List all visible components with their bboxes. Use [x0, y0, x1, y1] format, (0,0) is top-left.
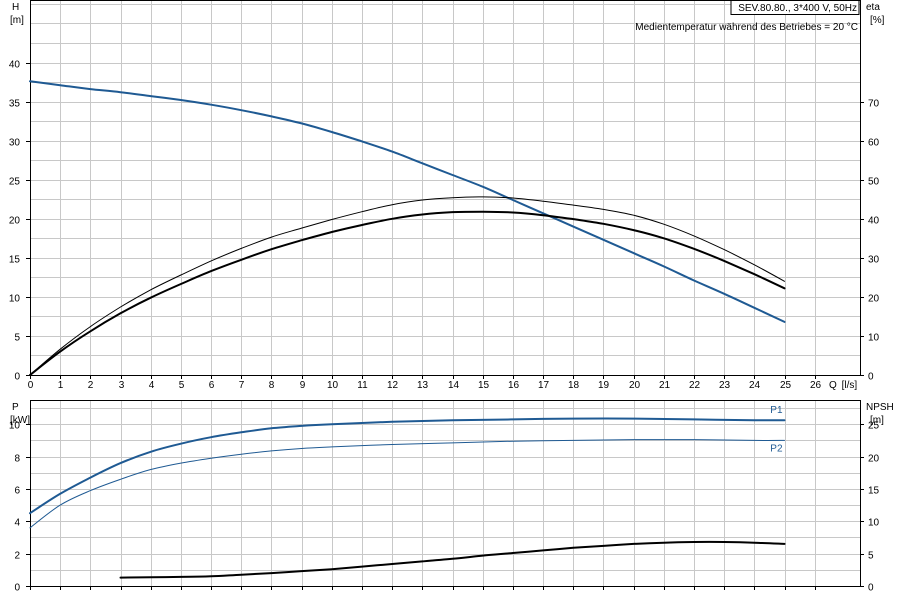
bottom-left-tick-label-6: 6 — [14, 486, 20, 497]
top-right-tick-label-40: 40 — [868, 216, 880, 227]
top-x-tick-label-21: 21 — [659, 380, 671, 391]
top-x-tick-label-18: 18 — [568, 380, 580, 391]
bottom-right-tick-label-20: 20 — [868, 454, 880, 465]
bottom-series-label-p2: P2 — [770, 443, 783, 454]
top-x-tick-label-1: 1 — [58, 380, 64, 391]
bottom-right-axis-unit: [m] — [870, 415, 884, 426]
top-left-tick-label-30: 30 — [9, 138, 21, 149]
top-x-tick-label-14: 14 — [448, 380, 460, 391]
top-x-tick-label-22: 22 — [689, 380, 701, 391]
top-x-tick-label-26: 26 — [810, 380, 822, 391]
top-left-tick-label-20: 20 — [9, 216, 21, 227]
top-right-axis-unit: [%] — [870, 15, 885, 26]
top-x-tick-label-3: 3 — [119, 380, 125, 391]
top-left-axis-unit: [m] — [10, 15, 24, 26]
top-right-tick-label-30: 30 — [868, 255, 880, 266]
bottom-left-tick-label-8: 8 — [14, 454, 20, 465]
top-x-tick-label-19: 19 — [598, 380, 610, 391]
top-x-tick-label-5: 5 — [179, 380, 185, 391]
top-x-tick-label-2: 2 — [88, 380, 94, 391]
top-left-tick-label-35: 35 — [9, 99, 21, 110]
pump-performance-chart: 05101520253035400102030405060700 1 2 3 4 5 6 7 8… — [9, 0, 894, 594]
bottom-left-tick-label-4: 4 — [14, 518, 20, 529]
bottom-curve-2 — [119, 540, 786, 579]
top-plot-frame — [30, 0, 861, 376]
top-x-tick-label-11: 11 — [357, 380, 368, 391]
top-x-tick-label-23: 23 — [719, 380, 731, 391]
top-x-axis-label: Q — [829, 380, 837, 391]
top-left-axis-label: H — [12, 2, 19, 13]
medium-temperature-note: Medientemperatur während des Betriebes =… — [635, 22, 858, 33]
top-x-tick-label-15: 15 — [478, 380, 490, 391]
top-right-tick-label-70: 70 — [868, 99, 880, 110]
top-x-tick-label-17: 17 — [538, 380, 550, 391]
top-x-tick-label-12: 12 — [387, 380, 399, 391]
bottom-panel-grid — [30, 400, 860, 586]
top-right-tick-label-20: 20 — [868, 294, 880, 305]
bottom-right-tick-label-0: 0 — [868, 583, 874, 594]
bottom-left-axis-unit: [kW] — [10, 415, 30, 426]
top-x-tick-label-6: 6 — [209, 380, 215, 391]
top-left-tick-label-40: 40 — [9, 60, 21, 71]
bottom-right-tick-label-5: 5 — [868, 551, 874, 562]
top-left-tick-label-15: 15 — [9, 255, 21, 266]
bottom-right-tick-label-15: 15 — [868, 486, 880, 497]
top-x-tick-label-4: 4 — [149, 380, 155, 391]
top-panel-grid — [30, 0, 860, 375]
top-left-tick-label-10: 10 — [9, 294, 21, 305]
bottom-curve-p2 — [29, 439, 785, 529]
top-right-tick-label-10: 10 — [868, 333, 880, 344]
bottom-right-axis-label: NPSH — [866, 402, 894, 413]
chart-curves — [29, 80, 786, 579]
top-x-tick-label-7: 7 — [239, 380, 245, 391]
top-right-tick-label-50: 50 — [868, 177, 880, 188]
top-curve-1 — [29, 196, 785, 376]
top-left-tick-label-5: 5 — [14, 333, 20, 344]
bottom-right-tick-label-10: 10 — [868, 518, 880, 529]
top-x-tick-label-13: 13 — [417, 380, 429, 391]
top-x-tick-label-0: 0 — [28, 380, 34, 391]
pump-label: SEV.80.80., 3*400 V, 50Hz — [738, 3, 857, 14]
bottom-left-tick-label-0: 0 — [14, 583, 20, 594]
bottom-series-label-p1: P1 — [770, 405, 783, 416]
top-x-tick-label-24: 24 — [749, 380, 761, 391]
top-left-tick-label-0: 0 — [14, 372, 20, 383]
top-x-tick-label-8: 8 — [269, 380, 275, 391]
top-x-tick-label-25: 25 — [780, 380, 792, 391]
top-x-axis-unit: [l/s] — [842, 380, 858, 391]
top-x-tick-label-10: 10 — [327, 380, 339, 391]
top-right-tick-label-0: 0 — [868, 372, 874, 383]
bottom-left-tick-label-2: 2 — [14, 551, 20, 562]
top-right-tick-label-60: 60 — [868, 138, 880, 149]
top-x-tick-label-9: 9 — [300, 380, 306, 391]
top-panel-frame — [30, 0, 861, 376]
bottom-left-axis-label: P — [12, 402, 19, 413]
bottom-curve-p1 — [29, 417, 786, 515]
top-x-tick-label-20: 20 — [629, 380, 641, 391]
top-right-axis-label: eta — [866, 2, 880, 13]
top-left-tick-label-25: 25 — [9, 177, 21, 188]
top-x-tick-label-16: 16 — [508, 380, 520, 391]
